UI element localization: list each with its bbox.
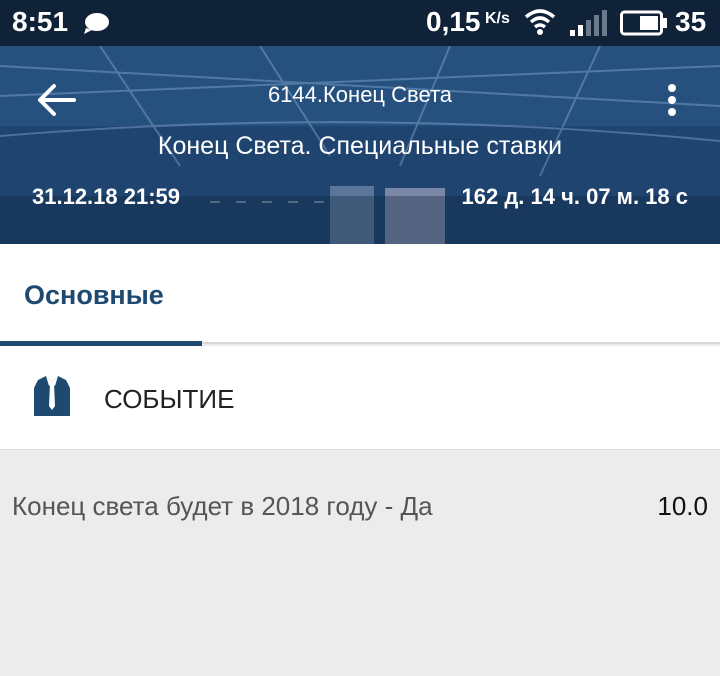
suit-tie-icon (34, 376, 70, 416)
bet-odds[interactable]: 10.0 (657, 491, 708, 522)
tab-main-label: Основные (24, 280, 164, 310)
status-bar: 8:51 0,15 K/s 35 (0, 0, 720, 46)
section-title: СОБЫТИЕ (104, 384, 235, 414)
event-date: 31.12.18 21:59 (32, 184, 181, 209)
chat-icon (84, 13, 109, 34)
event-header: 6144.Конец Света Конец Света. Специальны… (0, 46, 720, 244)
event-countdown: 162 д. 14 ч. 07 м. 18 с (461, 184, 689, 209)
battery-level: 35 (675, 6, 707, 37)
tab-main[interactable]: Основные (0, 244, 202, 346)
section-header[interactable]: СОБЫТИЕ (0, 346, 720, 450)
event-title: Конец Света. Специальные ставки (157, 132, 563, 160)
more-vert-icon[interactable] (660, 80, 684, 120)
tab-bar: Основные (0, 244, 720, 346)
bet-label: Конец света будет в 2018 году - Да (12, 491, 433, 521)
signal-icon (570, 10, 607, 36)
network-speed: 0,15 (426, 6, 481, 37)
network-speed-unit: K/s (485, 10, 510, 27)
event-id: 6144.Конец Света (267, 82, 453, 107)
bet-row[interactable]: Конец света будет в 2018 году - Да 10.0 (0, 451, 720, 557)
status-time: 8:51 (12, 6, 69, 37)
wifi-icon (524, 9, 556, 35)
battery-icon (620, 10, 667, 36)
